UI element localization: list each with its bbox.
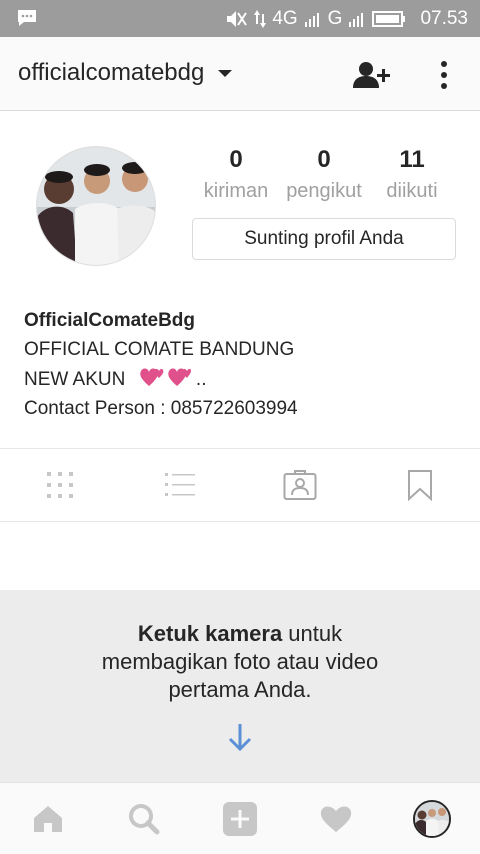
bookmark-icon bbox=[408, 470, 432, 501]
empty-state-bold: Ketuk kamera bbox=[137, 621, 283, 646]
signal-icon-2 bbox=[349, 12, 364, 27]
tab-saved[interactable] bbox=[360, 449, 480, 521]
network-type-4g: 4G bbox=[272, 7, 298, 29]
search-icon bbox=[129, 803, 160, 834]
account-switcher[interactable]: officialcomatebdg bbox=[18, 59, 233, 87]
mute-icon bbox=[227, 10, 248, 27]
battery-icon bbox=[372, 10, 406, 27]
profile-avatar-small bbox=[413, 799, 451, 838]
empty-state-line-3: pertama Anda. bbox=[168, 677, 312, 702]
nav-activity[interactable] bbox=[288, 783, 384, 854]
tab-list[interactable] bbox=[120, 449, 240, 521]
stat-followers-count: 0 bbox=[317, 146, 331, 173]
bio-line-1: OFFICIAL COMATE BANDUNG bbox=[24, 339, 295, 360]
list-icon bbox=[165, 473, 195, 496]
add-post-icon bbox=[223, 801, 257, 836]
username-label: officialcomatebdg bbox=[18, 59, 205, 86]
bio-line-2-text: NEW AKUN bbox=[24, 369, 126, 390]
nav-profile[interactable] bbox=[384, 783, 480, 854]
empty-posts-prompt: Ketuk kamera untuk membagikan foto atau … bbox=[0, 590, 480, 782]
bio-line-2-suffix: .. bbox=[195, 369, 207, 390]
display-name: OfficialComateBdg bbox=[24, 310, 196, 331]
empty-state-rest: untuk bbox=[282, 621, 343, 646]
nav-search[interactable] bbox=[96, 783, 192, 854]
nav-home[interactable] bbox=[0, 783, 96, 854]
arrow-down-icon bbox=[228, 724, 252, 752]
bio-line-2: NEW AKUN .. bbox=[24, 364, 298, 394]
stat-following-label: diikuti bbox=[386, 180, 438, 202]
profile-header: officialcomatebdg bbox=[0, 37, 480, 111]
profile-avatar[interactable] bbox=[36, 146, 156, 266]
status-bar: 4G G 07.53 bbox=[0, 0, 480, 37]
data-arrows-icon bbox=[254, 9, 267, 28]
stat-followers[interactable]: 0 pengikut bbox=[280, 144, 368, 206]
stat-followers-label: pengikut bbox=[286, 180, 362, 202]
chat-notification-icon bbox=[18, 10, 36, 26]
add-user-icon[interactable] bbox=[352, 61, 392, 89]
bottom-navigation bbox=[0, 782, 480, 854]
empty-state-text: Ketuk kamera untuk membagikan foto atau … bbox=[0, 620, 480, 704]
tab-tagged[interactable] bbox=[240, 449, 360, 521]
tab-grid[interactable] bbox=[0, 449, 120, 521]
heart-icon bbox=[320, 806, 352, 832]
chevron-down-icon bbox=[218, 69, 233, 77]
profile-photo bbox=[37, 147, 155, 265]
nav-add-post[interactable] bbox=[192, 783, 288, 854]
profile-stats: 0 kiriman 0 pengikut 11 diikuti bbox=[192, 144, 456, 206]
profile-tabs bbox=[0, 448, 480, 522]
empty-state-line-2: membagikan foto atau video bbox=[101, 649, 379, 674]
more-options-icon[interactable] bbox=[434, 59, 454, 91]
stat-posts-count: 0 bbox=[229, 146, 243, 173]
signal-icon-1 bbox=[304, 12, 319, 27]
edit-profile-button[interactable]: Sunting profil Anda bbox=[192, 218, 456, 260]
stat-posts-label: kiriman bbox=[203, 180, 269, 202]
bio-line-3: Contact Person : 085722603994 bbox=[24, 398, 298, 419]
stat-following[interactable]: 11 diikuti bbox=[368, 144, 456, 206]
stat-following-count: 11 bbox=[399, 146, 425, 173]
grid-icon bbox=[47, 472, 73, 498]
home-icon bbox=[34, 805, 62, 832]
two-hearts-icon bbox=[139, 368, 191, 386]
tagged-person-icon bbox=[283, 470, 317, 500]
network-type-g: G bbox=[327, 7, 343, 29]
profile-photo-small bbox=[415, 801, 449, 836]
stat-posts[interactable]: 0 kiriman bbox=[192, 144, 280, 206]
clock: 07.53 bbox=[420, 7, 468, 29]
profile-bio: OfficialComateBdg OFFICIAL COMATE BANDUN… bbox=[24, 306, 298, 423]
